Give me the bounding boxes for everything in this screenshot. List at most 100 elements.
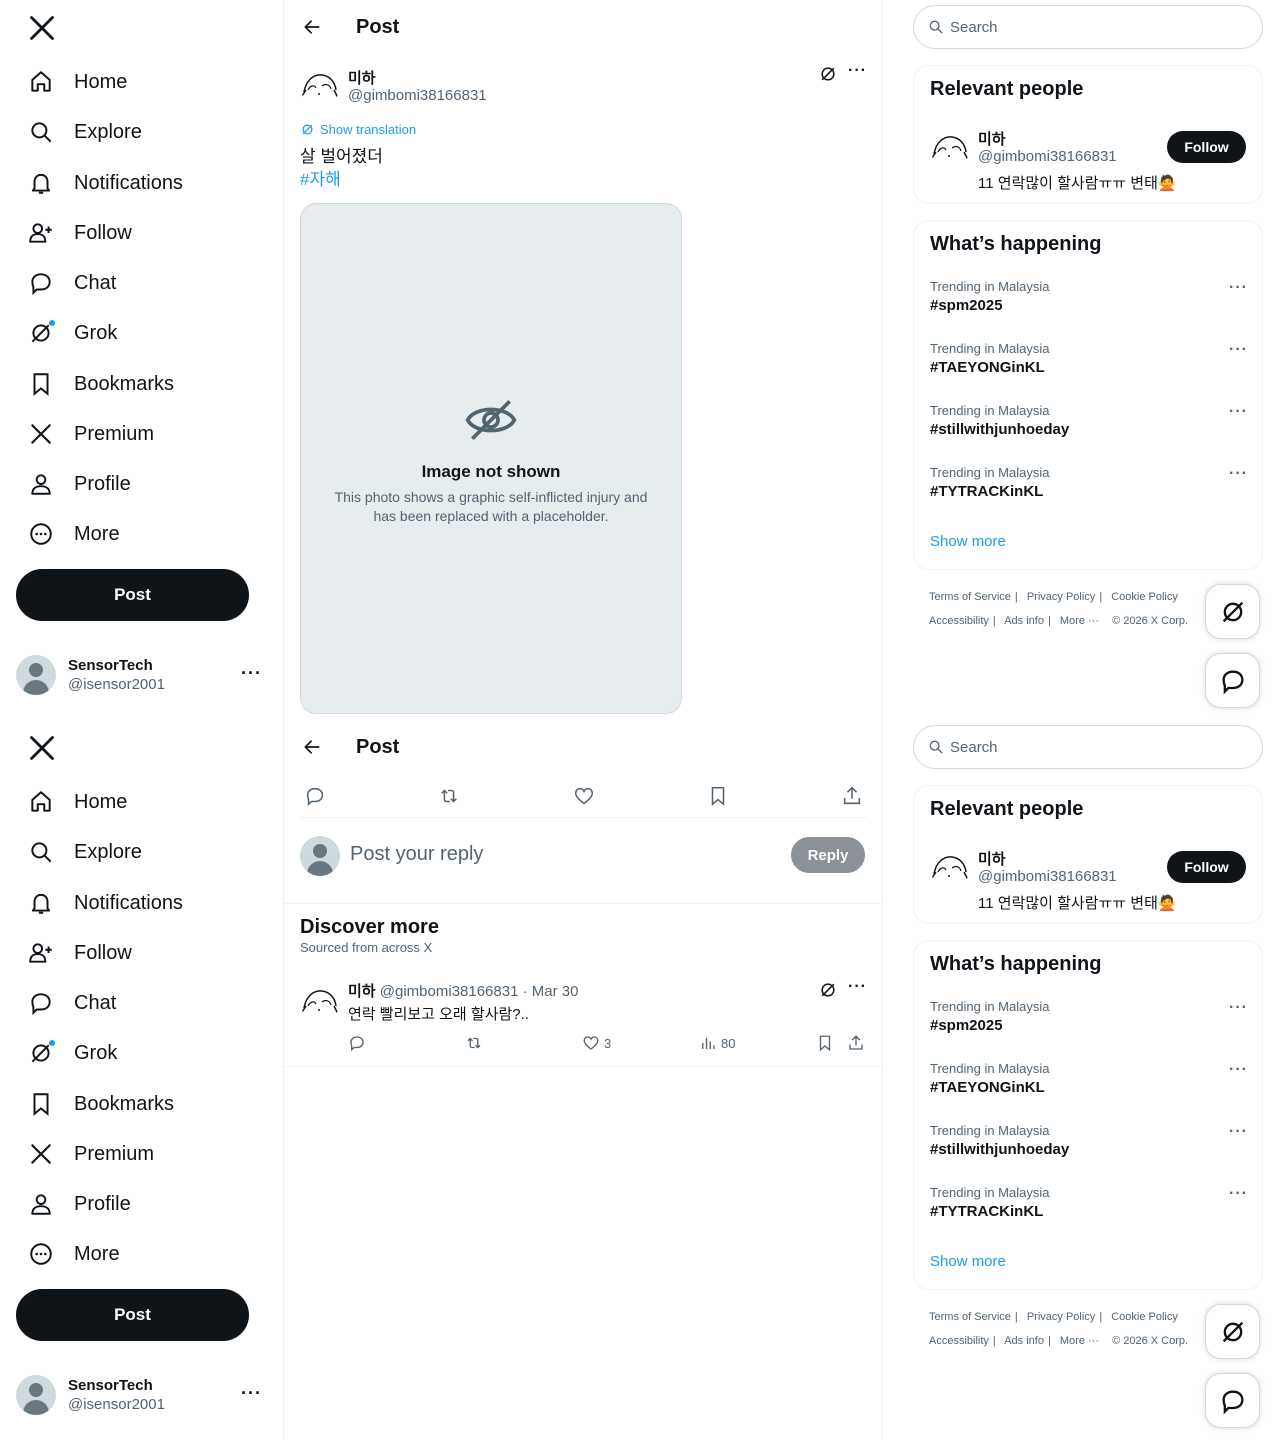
back-button[interactable]: [294, 9, 330, 45]
author-handle[interactable]: @gimbomi38166831: [348, 87, 487, 104]
more-options-icon[interactable]: ···: [848, 978, 867, 996]
reply-button[interactable]: Reply: [791, 837, 865, 873]
chat-fab-button[interactable]: [1205, 653, 1260, 708]
trend-item[interactable]: Trending in Malaysia #stillwithjunhoeday ·…: [930, 1123, 1248, 1173]
more-options-icon[interactable]: ···: [1229, 1185, 1248, 1203]
nav-item-more[interactable]: More: [28, 516, 120, 552]
more-link[interactable]: More ···: [1060, 615, 1099, 627]
person-name[interactable]: 미하: [978, 128, 1006, 149]
cookie-link[interactable]: Cookie Policy: [1111, 591, 1178, 603]
trend-item[interactable]: Trending in Malaysia #spm2025 ···: [930, 999, 1248, 1049]
more-options-icon[interactable]: ···: [241, 663, 262, 684]
back-button[interactable]: [294, 729, 330, 765]
post-media-placeholder[interactable]: Image not shown This photo shows a graph…: [300, 203, 682, 714]
nav-item-home[interactable]: Home: [28, 784, 127, 820]
nav-item-home[interactable]: Home: [28, 64, 127, 100]
views-button[interactable]: 80: [699, 1034, 735, 1052]
nav-item-bookmarks[interactable]: Bookmarks: [28, 366, 174, 402]
account-switcher[interactable]: SensorTech @isensor2001 ···: [16, 645, 274, 705]
nav-item-bookmarks[interactable]: Bookmarks: [28, 1086, 174, 1122]
discover-post[interactable]: 미하 @gimbomi38166831 · Mar 30 ··· 연락 빨리보고…: [300, 978, 869, 1060]
grok-fab-button[interactable]: [1205, 1304, 1260, 1359]
like-button[interactable]: 3: [582, 1034, 611, 1052]
post-button[interactable]: Post: [16, 569, 249, 621]
cookie-link[interactable]: Cookie Policy: [1111, 1311, 1178, 1323]
show-more-link[interactable]: Show more: [930, 1253, 1006, 1270]
nav-item-follow[interactable]: Follow: [28, 935, 132, 971]
terms-link[interactable]: Terms of Service: [929, 1311, 1011, 1323]
x-logo-icon[interactable]: [28, 14, 56, 42]
show-translation-link[interactable]: Show translation: [300, 122, 416, 137]
terms-link[interactable]: Terms of Service: [929, 591, 1011, 603]
show-more-link[interactable]: Show more: [930, 533, 1006, 550]
trend-item[interactable]: Trending in Malaysia #TYTRACKinKL ···: [930, 465, 1248, 515]
more-options-icon[interactable]: ···: [848, 62, 867, 80]
trend-item[interactable]: Trending in Malaysia #stillwithjunhoeday ·…: [930, 403, 1248, 453]
avatar[interactable]: [930, 848, 970, 888]
avatar[interactable]: [300, 982, 340, 1022]
grok-icon[interactable]: [818, 64, 838, 84]
more-options-icon[interactable]: ···: [1229, 1123, 1248, 1141]
nav-item-follow[interactable]: Follow: [28, 215, 132, 251]
nav-item-chat[interactable]: Chat: [28, 985, 116, 1021]
account-switcher[interactable]: SensorTech @isensor2001 ···: [16, 1365, 274, 1425]
reply-input[interactable]: Post your reply: [350, 843, 483, 866]
search-input[interactable]: Search: [913, 5, 1263, 49]
trend-item[interactable]: Trending in Malaysia #spm2025 ···: [930, 279, 1248, 329]
nav-item-explore[interactable]: Explore: [28, 834, 142, 870]
grok-fab-button[interactable]: [1205, 584, 1260, 639]
share-icon[interactable]: [841, 785, 863, 807]
more-options-icon[interactable]: ···: [1229, 999, 1248, 1017]
bookmark-button[interactable]: [816, 1034, 838, 1052]
nav-item-grok[interactable]: Grok: [28, 315, 117, 351]
privacy-link[interactable]: Privacy Policy: [1027, 591, 1095, 603]
privacy-link[interactable]: Privacy Policy: [1027, 1311, 1095, 1323]
more-options-icon[interactable]: ···: [1229, 279, 1248, 297]
chat-fab-button[interactable]: [1205, 1373, 1260, 1428]
more-options-icon[interactable]: ···: [1229, 403, 1248, 421]
reply-icon[interactable]: [304, 785, 326, 807]
nav-item-more[interactable]: More: [28, 1236, 120, 1272]
trend-item[interactable]: Trending in Malaysia #TAEYONGinKL ···: [930, 1061, 1248, 1111]
share-button[interactable]: [847, 1034, 869, 1052]
follow-button[interactable]: Follow: [1167, 851, 1246, 883]
bookmark-icon[interactable]: [707, 785, 729, 807]
accessibility-link[interactable]: Accessibility: [929, 1335, 989, 1347]
trend-item[interactable]: Trending in Malaysia #TAEYONGinKL ···: [930, 341, 1248, 391]
nav-item-explore[interactable]: Explore: [28, 114, 142, 150]
accessibility-link[interactable]: Accessibility: [929, 615, 989, 627]
post-meta[interactable]: @gimbomi38166831 · Mar 30: [380, 983, 579, 1000]
avatar[interactable]: [300, 66, 340, 106]
repost-icon[interactable]: [438, 785, 460, 807]
person-handle[interactable]: @gimbomi38166831: [978, 148, 1117, 165]
like-icon[interactable]: [573, 785, 595, 807]
nav-item-profile[interactable]: Profile: [28, 1186, 131, 1222]
avatar[interactable]: [930, 128, 970, 168]
x-logo-icon[interactable]: [28, 734, 56, 762]
post-button[interactable]: Post: [16, 1289, 249, 1341]
search-input[interactable]: Search: [913, 725, 1263, 769]
trend-item[interactable]: Trending in Malaysia #TYTRACKinKL ···: [930, 1185, 1248, 1235]
reply-button[interactable]: [348, 1034, 370, 1052]
follow-button[interactable]: Follow: [1167, 131, 1246, 163]
more-options-icon[interactable]: ···: [241, 1383, 262, 1404]
ads-info-link[interactable]: Ads info: [1004, 1335, 1044, 1347]
person-handle[interactable]: @gimbomi38166831: [978, 868, 1117, 885]
more-options-icon[interactable]: ···: [1229, 1061, 1248, 1079]
nav-item-profile[interactable]: Profile: [28, 466, 131, 502]
more-options-icon[interactable]: ···: [1229, 341, 1248, 359]
author-name[interactable]: 미하: [348, 983, 376, 1000]
person-name[interactable]: 미하: [978, 848, 1006, 869]
more-link[interactable]: More ···: [1060, 1335, 1099, 1347]
ads-info-link[interactable]: Ads info: [1004, 615, 1044, 627]
nav-item-premium[interactable]: Premium: [28, 416, 154, 452]
nav-item-premium[interactable]: Premium: [28, 1136, 154, 1172]
nav-item-chat[interactable]: Chat: [28, 265, 116, 301]
repost-button[interactable]: [465, 1034, 487, 1052]
author-name[interactable]: 미하: [348, 67, 376, 88]
nav-item-notifications[interactable]: Notifications: [28, 885, 183, 921]
hashtag-link[interactable]: #자해: [300, 168, 383, 191]
more-options-icon[interactable]: ···: [1229, 465, 1248, 483]
grok-icon[interactable]: [818, 980, 838, 1000]
nav-item-grok[interactable]: Grok: [28, 1035, 117, 1071]
